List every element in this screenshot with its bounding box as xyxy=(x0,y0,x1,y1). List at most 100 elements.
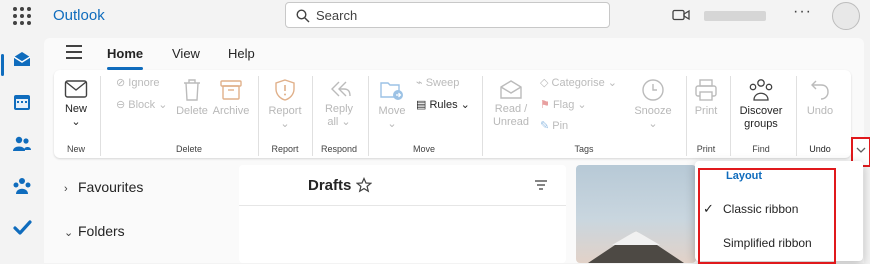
chevron-down-icon xyxy=(856,147,866,153)
tag-icon: ◇ xyxy=(540,77,549,89)
highlight-box xyxy=(698,168,836,264)
flag-label: Flag xyxy=(552,99,575,111)
people-icon[interactable] xyxy=(12,134,32,154)
group-move-label: Move xyxy=(412,144,435,154)
pin-icon: ✎ xyxy=(540,120,550,132)
discover-groups-button[interactable]: Discover groups xyxy=(736,78,786,131)
calendar-icon[interactable] xyxy=(12,92,32,112)
reply-all-button[interactable]: Reply all ⌄ xyxy=(318,78,360,129)
archive-button[interactable]: Archive xyxy=(212,78,250,118)
sweep-icon: ⌁ xyxy=(416,77,423,89)
group-respond-label: Respond xyxy=(320,144,358,154)
group-print-label: Print xyxy=(696,144,716,154)
new-mail-icon xyxy=(64,80,88,98)
report-button[interactable]: Report ⌄ xyxy=(266,78,304,131)
pin-button[interactable]: ✎ Pin xyxy=(540,119,568,132)
ribbon-separator xyxy=(730,76,731,156)
ribbon-separator xyxy=(368,76,369,156)
tab-view[interactable]: View xyxy=(172,46,200,61)
chevron-right-icon: › xyxy=(64,183,68,195)
categorise-label: Categorise xyxy=(551,77,605,89)
sweep-label: Sweep xyxy=(425,77,460,89)
shield-icon xyxy=(275,79,295,101)
filter-icon[interactable] xyxy=(534,179,548,191)
flag-button[interactable]: ⚑ Flag ⌄ xyxy=(540,98,587,111)
reading-pane-image xyxy=(576,165,696,263)
top-bar: Outlook Search ··· xyxy=(0,0,870,32)
hamburger-menu-icon[interactable] xyxy=(66,45,82,59)
new-mail-button[interactable]: New ⌄ xyxy=(59,78,93,129)
snooze-label: Snooze xyxy=(634,105,672,117)
move-label: Move xyxy=(378,105,406,117)
group-find-label: Find xyxy=(752,144,770,154)
envelope-open-icon xyxy=(500,80,522,99)
new-label: New xyxy=(64,103,87,115)
undo-label: Undo xyxy=(806,105,834,117)
mail-icon[interactable] xyxy=(12,49,32,69)
search-placeholder: Search xyxy=(316,8,358,23)
report-label: Report xyxy=(268,105,302,117)
groups-icon[interactable] xyxy=(12,176,32,196)
discover-groups-icon xyxy=(749,79,773,101)
reply-all-label-line2: all xyxy=(327,116,339,128)
group-delete-label: Delete xyxy=(175,144,202,154)
app-brand[interactable]: Outlook xyxy=(53,7,105,24)
app-launcher-icon[interactable] xyxy=(13,7,31,25)
favourites-label: Favourites xyxy=(78,179,144,195)
clock-icon xyxy=(642,79,664,101)
block-label: Block xyxy=(128,99,156,111)
ignore-label: Ignore xyxy=(128,77,160,89)
categorise-button[interactable]: ◇ Categorise ⌄ xyxy=(540,76,617,89)
move-button[interactable]: Move ⌄ xyxy=(374,78,410,131)
undo-button[interactable]: Undo xyxy=(802,78,838,118)
ignore-button[interactable]: ⊘ Ignore xyxy=(116,76,159,89)
meet-now-icon[interactable] xyxy=(672,9,690,21)
ribbon-separator xyxy=(312,76,313,156)
block-icon: ⊖ xyxy=(116,99,126,111)
snooze-button[interactable]: Snooze ⌄ xyxy=(632,78,674,131)
search-input[interactable]: Search xyxy=(285,2,610,28)
ribbon-separator xyxy=(100,76,101,156)
todo-icon[interactable] xyxy=(12,218,32,238)
discover-groups-line2: groups xyxy=(744,118,778,130)
discover-groups-line1: Discover xyxy=(739,105,783,117)
printer-icon xyxy=(695,79,717,101)
print-label: Print xyxy=(694,105,718,117)
ignore-icon: ⊘ xyxy=(116,77,126,89)
avatar[interactable] xyxy=(832,2,860,30)
group-report-label: Report xyxy=(271,144,299,154)
rules-icon: ▤ xyxy=(416,99,427,111)
read-unread-line1: Read / xyxy=(494,103,528,115)
flag-icon: ⚑ xyxy=(540,99,550,111)
reply-all-label-line1: Reply xyxy=(324,103,354,115)
more-options-button[interactable]: ··· xyxy=(793,3,812,21)
print-button[interactable]: Print xyxy=(692,78,720,118)
ribbon-separator xyxy=(686,76,687,156)
tab-home[interactable]: Home xyxy=(107,46,144,70)
sweep-button[interactable]: ⌁ Sweep xyxy=(416,76,459,89)
nav-folders[interactable]: ⌄ Folders xyxy=(64,223,125,239)
block-button[interactable]: ⊖ Block ⌄ xyxy=(116,98,167,111)
folder-title: Drafts xyxy=(308,177,352,194)
trash-icon xyxy=(184,79,200,101)
nav-favourites[interactable]: › Favourites xyxy=(64,179,143,195)
rules-label: Rules xyxy=(429,99,458,111)
search-icon xyxy=(296,9,310,23)
message-list: Drafts xyxy=(239,165,566,263)
rules-button[interactable]: ▤ Rules ⌄ xyxy=(416,98,470,111)
group-tags-label: Tags xyxy=(574,144,594,154)
star-icon[interactable] xyxy=(356,177,372,193)
tab-help[interactable]: Help xyxy=(228,46,255,61)
ribbon-separator xyxy=(258,76,259,156)
message-list-header: Drafts xyxy=(239,165,566,206)
group-new-label: New xyxy=(66,144,85,154)
rail-selection-indicator xyxy=(1,54,4,76)
read-unread-button[interactable]: Read / Unread xyxy=(488,78,534,129)
read-unread-line2: Unread xyxy=(492,116,530,128)
pin-label: Pin xyxy=(552,120,569,132)
delete-button[interactable]: Delete xyxy=(174,78,210,118)
classic-ribbon: New ⌄ New ⊘ Ignore ⊖ Block ⌄ Delete Arch… xyxy=(54,70,851,158)
undo-icon xyxy=(811,80,829,100)
group-undo-label: Undo xyxy=(809,144,831,154)
reply-all-icon xyxy=(331,81,351,97)
